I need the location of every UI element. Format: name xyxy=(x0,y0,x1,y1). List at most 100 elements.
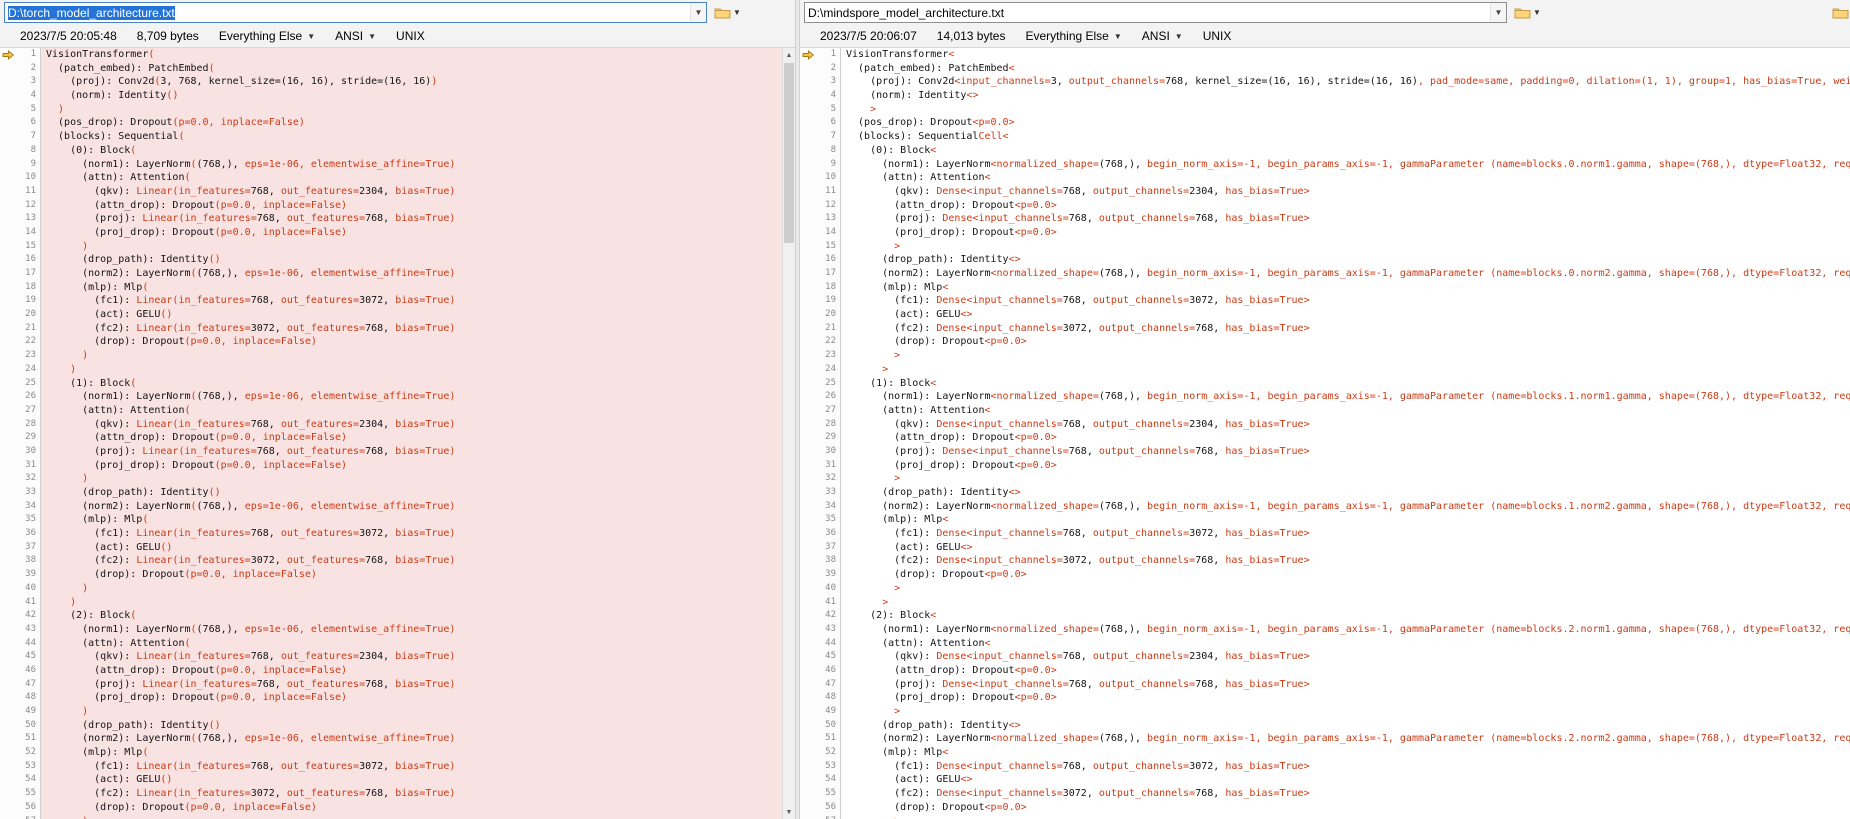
left-browse-folder-button[interactable]: ▼ xyxy=(712,5,743,20)
code-text[interactable]: (mlp): Mlp( xyxy=(41,513,782,527)
code-text[interactable]: (mlp): Mlp( xyxy=(41,746,782,760)
right-browse-folder-button[interactable]: ▼ xyxy=(1512,5,1543,20)
code-text[interactable]: (norm1): LayerNorm((768,), eps=1e-06, el… xyxy=(41,390,782,404)
code-text[interactable]: (norm2): LayerNorm<normalized_shape=(768… xyxy=(841,732,1850,746)
code-line[interactable]: 2 (patch_embed): PatchEmbed< xyxy=(800,62,1850,76)
code-line[interactable]: 9 (norm1): LayerNorm((768,), eps=1e-06, … xyxy=(0,158,782,172)
code-line[interactable]: 34 (norm2): LayerNorm<normalized_shape=(… xyxy=(800,500,1850,514)
code-text[interactable]: (attn_drop): Dropout<p=0.0> xyxy=(841,664,1850,678)
code-line[interactable]: 33 (drop_path): Identity<> xyxy=(800,486,1850,500)
code-line[interactable]: 9 (norm1): LayerNorm<normalized_shape=(7… xyxy=(800,158,1850,172)
code-line[interactable]: 3 (proj): Conv2d<input_channels=3, outpu… xyxy=(800,75,1850,89)
code-text[interactable]: (qkv): Linear(in_features=768, out_featu… xyxy=(41,185,782,199)
code-line[interactable]: 24 > xyxy=(800,363,1850,377)
code-line[interactable]: 5 ) xyxy=(0,103,782,117)
clipped-browse-folder-button[interactable]: ▼ xyxy=(1830,5,1850,20)
code-text[interactable]: (fc1): Dense<input_channels=768, output_… xyxy=(841,294,1850,308)
code-line[interactable]: 13 (proj): Dense<input_channels=768, out… xyxy=(800,212,1850,226)
code-line[interactable]: 18 (mlp): Mlp< xyxy=(800,281,1850,295)
code-line[interactable]: 18 (mlp): Mlp( xyxy=(0,281,782,295)
code-line[interactable]: 40 > xyxy=(800,582,1850,596)
code-line[interactable]: 31 (proj_drop): Dropout(p=0.0, inplace=F… xyxy=(0,459,782,473)
code-text[interactable]: (proj_drop): Dropout<p=0.0> xyxy=(841,459,1850,473)
code-line[interactable]: 54 (act): GELU<> xyxy=(800,773,1850,787)
code-line[interactable]: 32 > xyxy=(800,472,1850,486)
code-line[interactable]: 3 (proj): Conv2d(3, 768, kernel_size=(16… xyxy=(0,75,782,89)
code-line[interactable]: 57 > xyxy=(800,815,1850,819)
code-text[interactable]: (drop_path): Identity<> xyxy=(841,719,1850,733)
code-text[interactable]: (mlp): Mlp< xyxy=(841,281,1850,295)
code-line[interactable]: 51 (norm2): LayerNorm((768,), eps=1e-06,… xyxy=(0,732,782,746)
code-line[interactable]: 42 (2): Block< xyxy=(800,609,1850,623)
code-line[interactable]: 4 (norm): Identity<> xyxy=(800,89,1850,103)
code-line[interactable]: 29 (attn_drop): Dropout<p=0.0> xyxy=(800,431,1850,445)
code-line[interactable]: 28 (qkv): Dense<input_channels=768, outp… xyxy=(800,418,1850,432)
code-line[interactable]: 17 (norm2): LayerNorm((768,), eps=1e-06,… xyxy=(0,267,782,281)
code-line[interactable]: 21 (fc2): Dense<input_channels=3072, out… xyxy=(800,322,1850,336)
code-text[interactable]: (fc2): Dense<input_channels=3072, output… xyxy=(841,322,1850,336)
code-text[interactable]: (drop): Dropout(p=0.0, inplace=False) xyxy=(41,568,782,582)
code-line[interactable]: 41 ) xyxy=(0,596,782,610)
code-line[interactable]: 8 (0): Block( xyxy=(0,144,782,158)
code-line[interactable]: 38 (fc2): Linear(in_features=3072, out_f… xyxy=(0,554,782,568)
code-line[interactable]: 39 (drop): Dropout(p=0.0, inplace=False) xyxy=(0,568,782,582)
code-text[interactable]: (norm2): LayerNorm((768,), eps=1e-06, el… xyxy=(41,500,782,514)
code-text[interactable]: (blocks): SequentialCell< xyxy=(841,130,1850,144)
code-line[interactable]: 12 (attn_drop): Dropout<p=0.0> xyxy=(800,199,1850,213)
code-text[interactable]: (fc2): Linear(in_features=3072, out_feat… xyxy=(41,554,782,568)
code-text[interactable]: (norm2): LayerNorm<normalized_shape=(768… xyxy=(841,267,1850,281)
code-text[interactable]: (drop): Dropout(p=0.0, inplace=False) xyxy=(41,335,782,349)
code-text[interactable]: (norm2): LayerNorm((768,), eps=1e-06, el… xyxy=(41,267,782,281)
code-line[interactable]: 56 (drop): Dropout<p=0.0> xyxy=(800,801,1850,815)
code-text[interactable]: (attn_drop): Dropout(p=0.0, inplace=Fals… xyxy=(41,199,782,213)
code-text[interactable]: (proj): Conv2d<input_channels=3, output_… xyxy=(841,75,1850,89)
code-line[interactable]: 45 (qkv): Dense<input_channels=768, outp… xyxy=(800,650,1850,664)
code-line[interactable]: 33 (drop_path): Identity() xyxy=(0,486,782,500)
code-line[interactable]: 15 > xyxy=(800,240,1850,254)
code-text[interactable]: (fc1): Dense<input_channels=768, output_… xyxy=(841,760,1850,774)
code-text[interactable]: (fc1): Dense<input_channels=768, output_… xyxy=(841,527,1850,541)
code-text[interactable]: (drop): Dropout<p=0.0> xyxy=(841,801,1850,815)
code-line[interactable]: 32 ) xyxy=(0,472,782,486)
code-text[interactable]: (patch_embed): PatchEmbed< xyxy=(841,62,1850,76)
code-text[interactable]: (qkv): Linear(in_features=768, out_featu… xyxy=(41,418,782,432)
code-text[interactable]: (mlp): Mlp( xyxy=(41,281,782,295)
right-code-editor[interactable]: 1VisionTransformer<2 (patch_embed): Patc… xyxy=(800,47,1850,819)
code-text[interactable]: (drop): Dropout<p=0.0> xyxy=(841,335,1850,349)
code-line[interactable]: 40 ) xyxy=(0,582,782,596)
code-line[interactable]: 28 (qkv): Linear(in_features=768, out_fe… xyxy=(0,418,782,432)
code-text[interactable]: (qkv): Dense<input_channels=768, output_… xyxy=(841,418,1850,432)
scroll-down-arrow-icon[interactable]: ▼ xyxy=(783,805,795,819)
code-line[interactable]: 1VisionTransformer( xyxy=(0,48,782,62)
code-text[interactable]: (qkv): Linear(in_features=768, out_featu… xyxy=(41,650,782,664)
code-line[interactable]: 20 (act): GELU() xyxy=(0,308,782,322)
code-line[interactable]: 39 (drop): Dropout<p=0.0> xyxy=(800,568,1850,582)
code-text[interactable]: (drop_path): Identity() xyxy=(41,253,782,267)
code-text[interactable]: (1): Block( xyxy=(41,377,782,391)
code-text[interactable]: (norm2): LayerNorm<normalized_shape=(768… xyxy=(841,500,1850,514)
code-line[interactable]: 47 (proj): Linear(in_features=768, out_f… xyxy=(0,678,782,692)
browse-dropdown-caret-icon[interactable]: ▼ xyxy=(1533,8,1541,17)
code-text[interactable]: ) xyxy=(41,363,782,377)
code-line[interactable]: 7 (blocks): SequentialCell< xyxy=(800,130,1850,144)
code-line[interactable]: 16 (drop_path): Identity() xyxy=(0,253,782,267)
code-line[interactable]: 12 (attn_drop): Dropout(p=0.0, inplace=F… xyxy=(0,199,782,213)
code-line[interactable]: 10 (attn): Attention< xyxy=(800,171,1850,185)
code-line[interactable]: 23 ) xyxy=(0,349,782,363)
code-text[interactable]: ) xyxy=(41,596,782,610)
code-text[interactable]: (act): GELU<> xyxy=(841,308,1850,322)
code-text[interactable]: (norm1): LayerNorm((768,), eps=1e-06, el… xyxy=(41,623,782,637)
code-line[interactable]: 16 (drop_path): Identity<> xyxy=(800,253,1850,267)
code-text[interactable]: (drop_path): Identity<> xyxy=(841,253,1850,267)
code-text[interactable]: (proj): Conv2d(3, 768, kernel_size=(16, … xyxy=(41,75,782,89)
code-text[interactable]: (qkv): Dense<input_channels=768, output_… xyxy=(841,185,1850,199)
code-text[interactable]: (proj_drop): Dropout(p=0.0, inplace=Fals… xyxy=(41,226,782,240)
code-line[interactable]: 11 (qkv): Dense<input_channels=768, outp… xyxy=(800,185,1850,199)
code-text[interactable]: (proj_drop): Dropout<p=0.0> xyxy=(841,226,1850,240)
code-text[interactable]: (attn_drop): Dropout(p=0.0, inplace=Fals… xyxy=(41,431,782,445)
code-text[interactable]: (fc1): Linear(in_features=768, out_featu… xyxy=(41,760,782,774)
code-text[interactable]: ) xyxy=(41,349,782,363)
code-text[interactable]: (proj): Linear(in_features=768, out_feat… xyxy=(41,678,782,692)
code-text[interactable]: (norm): Identity<> xyxy=(841,89,1850,103)
code-line[interactable]: 42 (2): Block( xyxy=(0,609,782,623)
